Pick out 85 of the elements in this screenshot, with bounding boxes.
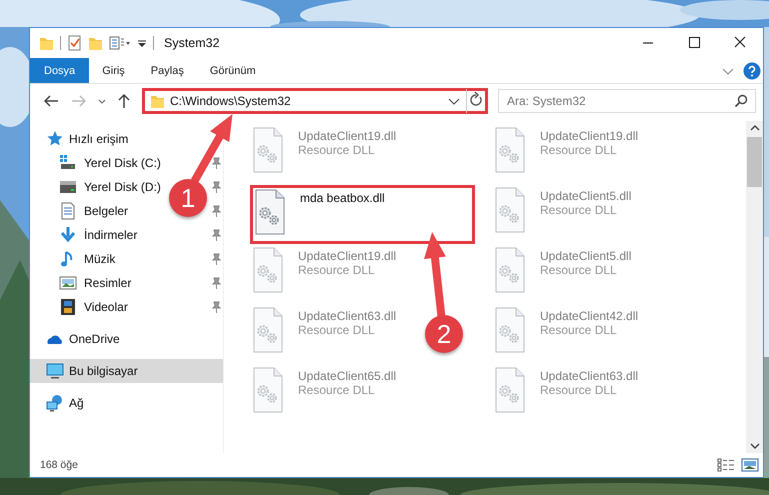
file-type: Resource DLL	[298, 263, 376, 277]
file-item[interactable]: UpdateClient19.dll Resource DLL	[250, 125, 400, 173]
download-icon	[59, 226, 77, 244]
file-type: Resource DLL	[298, 323, 376, 337]
file-gear-icon	[494, 187, 526, 233]
file-name: UpdateClient5.dll	[540, 189, 632, 203]
file-name: UpdateClient65.dll	[298, 369, 396, 383]
file-item[interactable]: UpdateClient65.dll Resource DLL	[250, 365, 400, 413]
file-type: Resource DLL	[540, 323, 618, 337]
star-icon	[46, 130, 64, 148]
nav-item[interactable]: Hızlı erişim	[30, 127, 132, 151]
large-icons-view-icon[interactable]	[741, 458, 759, 472]
details-view-icon[interactable]	[717, 458, 735, 472]
help-icon[interactable]	[743, 62, 761, 80]
nav-item[interactable]: İndirmeler	[30, 223, 142, 247]
file-name: UpdateClient19.dll	[540, 129, 638, 143]
nav-item[interactable]: Resimler	[30, 271, 136, 295]
nav-item[interactable]: Belgeler	[30, 199, 132, 223]
file-gear-icon	[494, 367, 526, 413]
file-item[interactable]: UpdateClient19.dll Resource DLL	[250, 245, 400, 293]
search-icon	[734, 94, 748, 108]
file-gear-icon	[494, 127, 526, 173]
file-name: UpdateClient5.dll	[540, 249, 632, 263]
pin-icon[interactable]	[210, 229, 222, 241]
file-name: UpdateClient42.dll	[540, 309, 638, 323]
folder-icon	[150, 93, 165, 109]
window-title: System32	[164, 36, 220, 50]
file-type: Resource DLL	[540, 143, 618, 157]
callout-arrow	[190, 113, 234, 184]
file-type: Resource DLL	[540, 263, 618, 277]
file-type: Resource DLL	[298, 143, 376, 157]
file-item[interactable]: UpdateClient63.dll Resource DLL	[492, 365, 642, 413]
pin-icon[interactable]	[210, 157, 222, 169]
nav-item[interactable]: Videolar	[30, 295, 132, 319]
pin-icon[interactable]	[210, 277, 222, 289]
network-icon	[46, 394, 64, 412]
document-icon	[59, 202, 77, 220]
file-gear-icon	[252, 247, 284, 293]
file-item[interactable]: UpdateClient19.dll Resource DLL	[492, 125, 642, 173]
file-gear-icon	[252, 127, 284, 173]
nav-item[interactable]: Yerel Disk (C:)	[30, 151, 165, 175]
computer-icon	[46, 362, 64, 380]
view-options-icon[interactable]	[109, 35, 131, 51]
file-type: Resource DLL	[540, 383, 618, 397]
file-gear-icon	[252, 307, 284, 353]
file-gear-icon	[494, 307, 526, 353]
file-item[interactable]: UpdateClient63.dll Resource DLL	[250, 305, 400, 353]
properties-icon[interactable]	[67, 35, 82, 51]
nav-item[interactable]: OneDrive	[30, 327, 124, 351]
nav-item[interactable]: Müzik	[30, 247, 120, 271]
file-type: Resource DLL	[540, 203, 618, 217]
file-name: UpdateClient19.dll	[298, 249, 396, 263]
file-item[interactable]: UpdateClient5.dll Resource DLL	[492, 245, 636, 293]
pin-icon[interactable]	[210, 301, 222, 313]
nav-item[interactable]: Bu bilgisayar	[30, 359, 223, 383]
address-bar[interactable]: C:\Windows\System32	[142, 88, 488, 114]
drive-icon	[59, 178, 77, 196]
folder-icon	[39, 35, 54, 51]
film-icon	[59, 298, 77, 316]
pin-icon[interactable]	[210, 205, 222, 217]
file-gear-icon	[252, 367, 284, 413]
item-count: 168 öğe	[40, 459, 78, 471]
picture-icon	[59, 274, 77, 292]
address-path: C:\Windows\System32	[170, 94, 292, 108]
file-gear-icon	[494, 247, 526, 293]
ribbon-tab[interactable]: Giriş	[89, 58, 138, 83]
file-name: UpdateClient63.dll	[298, 309, 396, 323]
file-name: UpdateClient19.dll	[298, 129, 396, 143]
file-name: UpdateClient63.dll	[540, 369, 638, 383]
nav-item[interactable]: Ağ	[30, 391, 88, 415]
file-item[interactable]: mda beatbox.dll	[250, 185, 475, 244]
file-item[interactable]: UpdateClient5.dll Resource DLL	[492, 185, 636, 233]
search-field[interactable]: Ara: System32	[498, 89, 756, 113]
file-item[interactable]: UpdateClient42.dll Resource DLL	[492, 305, 642, 353]
file-type: Resource DLL	[298, 383, 376, 397]
pin-icon[interactable]	[210, 253, 222, 265]
file-name: mda beatbox.dll	[300, 191, 385, 205]
scrollbar-thumb[interactable]	[747, 137, 762, 187]
nav-item[interactable]: Yerel Disk (D:)	[30, 175, 165, 199]
ribbon-tab[interactable]: Dosya	[30, 58, 90, 83]
ribbon-tab[interactable]: Görünüm	[196, 58, 269, 83]
drive-icon	[59, 154, 77, 172]
file-gear-icon	[254, 189, 286, 235]
pin-icon[interactable]	[210, 181, 222, 193]
ribbon-tab[interactable]: Paylaş	[138, 58, 197, 83]
